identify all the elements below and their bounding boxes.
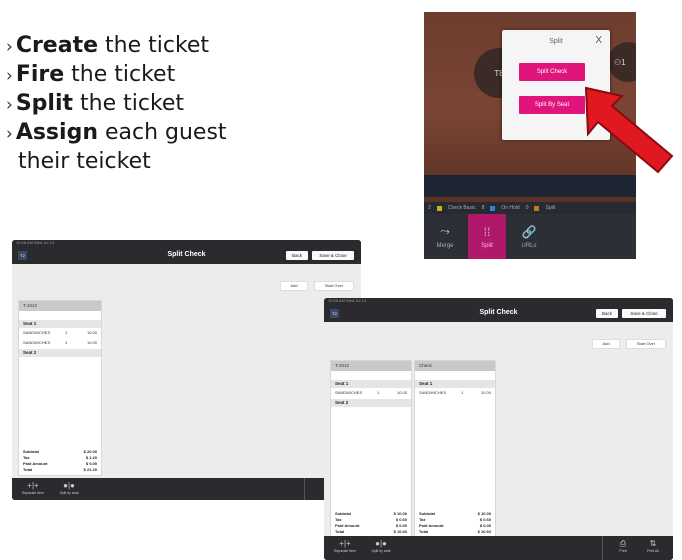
split-by-seat-button[interactable]: Split By Seat (519, 96, 585, 114)
save-close-button[interactable]: Save & Close (622, 309, 666, 318)
step-fire: › Fire the ticket (6, 62, 176, 87)
header: T2 Split Check Back Save & Close (12, 246, 361, 264)
totals: Subtotal $ 20.00 Tax $ 1.20 Paid Amount $ 0… (23, 449, 97, 472)
link-icon: 🔗 (521, 224, 537, 239)
separate-item-button[interactable]: +|+ Separate Item (328, 539, 362, 553)
page-title: Split Check (479, 309, 518, 316)
seat-header: Seat 1 (415, 379, 495, 388)
add-button[interactable]: Add (280, 281, 308, 291)
modal-title: Split (549, 38, 563, 45)
check-card[interactable]: T-1012 Seat 1 SANDWICHES 1 10.00 SANDWICHE… (18, 300, 102, 476)
printer-icon: ⎙ (619, 539, 627, 548)
seat-header: Seat 2 (331, 398, 411, 407)
separate-icon: +|+ (339, 539, 351, 548)
step-split: › Split the ticket (6, 91, 185, 116)
split-by-seat-footer-button[interactable]: ●|● Split by seat (52, 481, 86, 495)
print-button[interactable]: ⎙Print (606, 539, 640, 553)
back-button[interactable]: Back (286, 251, 308, 260)
list-item[interactable]: SANDWICHES 1 10.00 (19, 328, 101, 338)
separate-icon: +|+ (27, 481, 39, 490)
list-item[interactable]: SANDWICHES 1 10.00 (331, 388, 411, 398)
footer-bar: +|+Separate Item ●|●Split by seat ⎙Print (12, 478, 361, 500)
check-card[interactable]: Check Seat 1 SANDWICHES 1 10.00 Subtotal $ … (414, 360, 496, 538)
close-icon[interactable]: X (595, 35, 602, 46)
legend-swatch (534, 205, 540, 211)
start-over-button[interactable]: Start Over (314, 281, 354, 291)
ipad-split-check-before: 10:58 AM Wed Jul 13 T2 Split Check Back … (12, 240, 361, 500)
check-card[interactable]: T-1012 Seat 1 SANDWICHES 1 10.00 Seat 2 Su… (330, 360, 412, 538)
step-assign-continued: their teicket (18, 149, 151, 174)
card-header: T-1012 (331, 361, 411, 371)
seat-header: Seat 1 (19, 319, 101, 328)
footer-bar: +|+ Separate Item ●|● Split by seat ⎙ Print… (324, 536, 673, 560)
split-nav-button[interactable]: ⁞⁞ Split (468, 214, 506, 259)
step-create: › Create the ticket (6, 33, 210, 58)
totals: Subtotal $ 10.00 Tax $ 0.60 Paid Amount $ 0… (419, 511, 491, 534)
chevron-icon: › (6, 66, 13, 86)
merge-button[interactable]: ⤳ Merge (426, 214, 464, 259)
step-assign: › Assign each guest (6, 120, 227, 145)
red-arrow-icon (584, 86, 674, 174)
seat-header: Seat 2 (19, 348, 101, 357)
card-header: Check (415, 361, 495, 371)
split-seat-icon: ●|● (63, 481, 75, 490)
save-close-button[interactable]: Save & Close (312, 251, 354, 260)
split-icon: ⁞⁞ (483, 224, 491, 239)
list-item[interactable]: SANDWICHES 1 10.00 (19, 338, 101, 348)
back-button[interactable]: Back (596, 309, 618, 318)
add-button[interactable]: Add (592, 339, 620, 349)
page-title: Split Check (167, 251, 206, 258)
print-all-icon: ⇅ (649, 539, 657, 548)
main-area: Add Start Over T-1012 Seat 1 SANDWICHES 1… (12, 264, 361, 478)
card-header: T-1012 (19, 301, 101, 311)
separate-item-button[interactable]: +|+ Separate Item (16, 481, 50, 495)
split-by-seat-footer-button[interactable]: ●|● Split by seat (364, 539, 398, 553)
start-over-button[interactable]: Start Over (626, 339, 666, 349)
bottom-nav: ⤳ Merge ⁞⁞ Split 🔗 URLs (424, 214, 636, 259)
totals: Subtotal $ 10.00 Tax $ 0.60 Paid Amount $ 0… (335, 511, 407, 534)
seat-header: Seat 1 (331, 379, 411, 388)
main-area: Add Start Over T-1012 Seat 1 SANDWICHES 1… (324, 322, 673, 538)
header: T2 Split Check Back Save & Close (324, 304, 673, 322)
person-icon: ⚇ (614, 57, 622, 67)
steps-list: › Create the ticket › Fire the ticket › Spl… (6, 32, 306, 175)
print-all-button[interactable]: ⇅ Print All (636, 539, 670, 553)
merge-icon: ⤳ (440, 224, 450, 238)
chevron-icon: › (6, 37, 13, 57)
split-check-button[interactable]: Split Check (519, 63, 585, 81)
chevron-icon: › (6, 95, 13, 115)
split-seat-icon: ●|● (375, 539, 387, 548)
legend-swatch (490, 205, 496, 211)
urls-button[interactable]: 🔗 URLs (510, 214, 548, 259)
status-strip (424, 175, 636, 197)
legend-swatch (436, 205, 442, 211)
status-legend: 2 Check Basic 8 On Hold 0 Split (424, 202, 636, 214)
ipad-split-check-after: 10:58 AM Wed Jul 13 T2 Split Check Back … (324, 298, 673, 560)
table-right[interactable]: ⚇ 1 (608, 42, 636, 82)
list-item[interactable]: SANDWICHES 1 10.00 (415, 388, 495, 398)
chevron-icon: › (6, 124, 13, 144)
